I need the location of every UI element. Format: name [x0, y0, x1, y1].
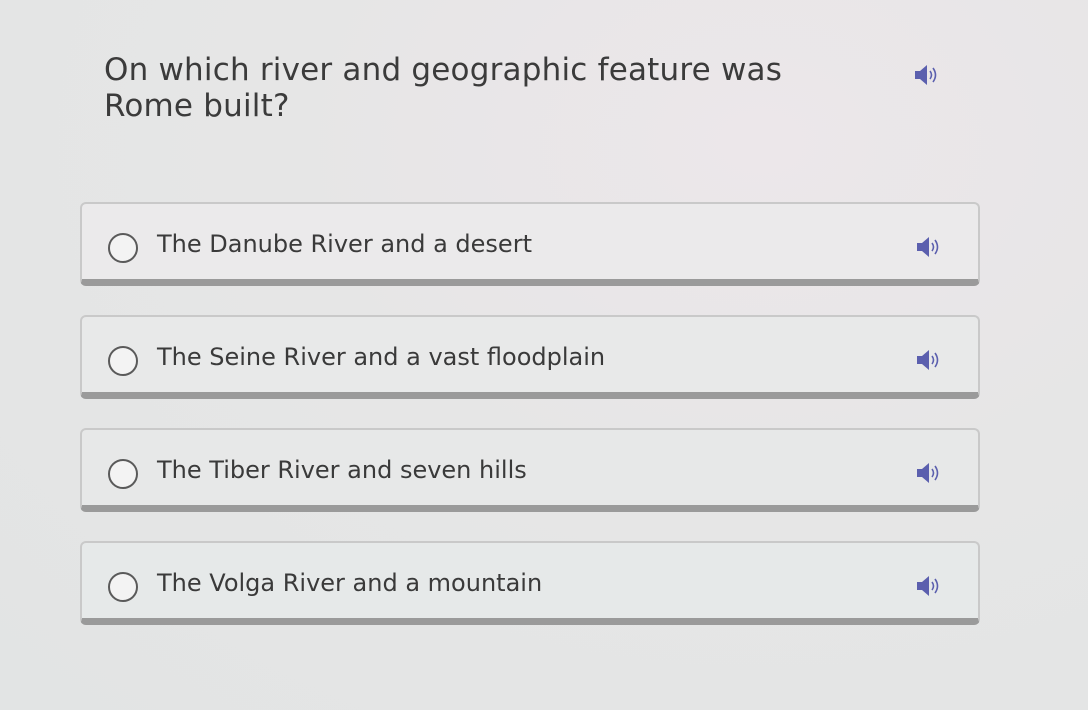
option-read-aloud-button[interactable]: [914, 460, 944, 486]
answer-option-label: The Danube River and a desert: [157, 230, 532, 258]
question-text: On which river and geographic feature wa…: [104, 52, 783, 124]
speaker-icon: [917, 576, 939, 596]
radio-button[interactable]: [108, 346, 138, 376]
answer-option-label: The Tiber River and seven hills: [157, 456, 527, 484]
answer-option-3[interactable]: The Tiber River and seven hills: [80, 428, 980, 512]
answer-options: The Danube River and a desert The Seine …: [80, 202, 980, 654]
answer-option-label: The Seine River and a vast floodplain: [157, 343, 606, 371]
speaker-icon: [917, 237, 939, 257]
radio-button[interactable]: [108, 572, 138, 602]
speaker-icon: [917, 463, 939, 483]
radio-button[interactable]: [108, 233, 138, 263]
radio-button[interactable]: [108, 459, 138, 489]
speaker-icon: [917, 350, 939, 370]
answer-option-2[interactable]: The Seine River and a vast floodplain: [80, 315, 980, 399]
option-read-aloud-button[interactable]: [914, 234, 944, 260]
option-read-aloud-button[interactable]: [914, 347, 944, 373]
question-read-aloud-button[interactable]: [912, 62, 942, 88]
answer-option-4[interactable]: The Volga River and a mountain: [80, 541, 980, 625]
answer-option-1[interactable]: The Danube River and a desert: [80, 202, 980, 286]
answer-option-label: The Volga River and a mountain: [157, 569, 543, 597]
option-read-aloud-button[interactable]: [914, 573, 944, 599]
speaker-icon: [915, 65, 937, 85]
